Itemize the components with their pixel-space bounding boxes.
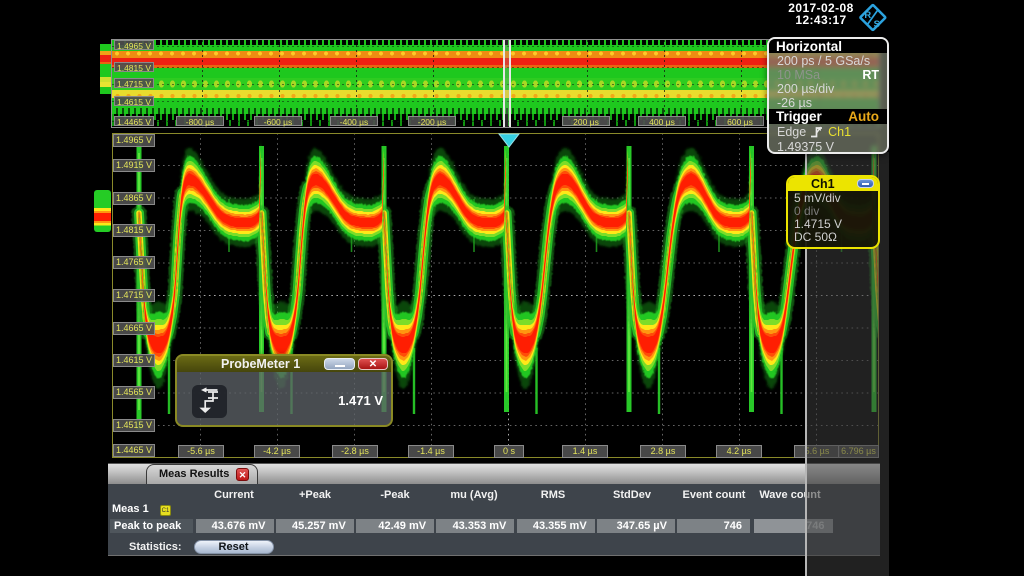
svg-text:R: R: [864, 9, 871, 20]
svg-text:S: S: [874, 18, 880, 29]
